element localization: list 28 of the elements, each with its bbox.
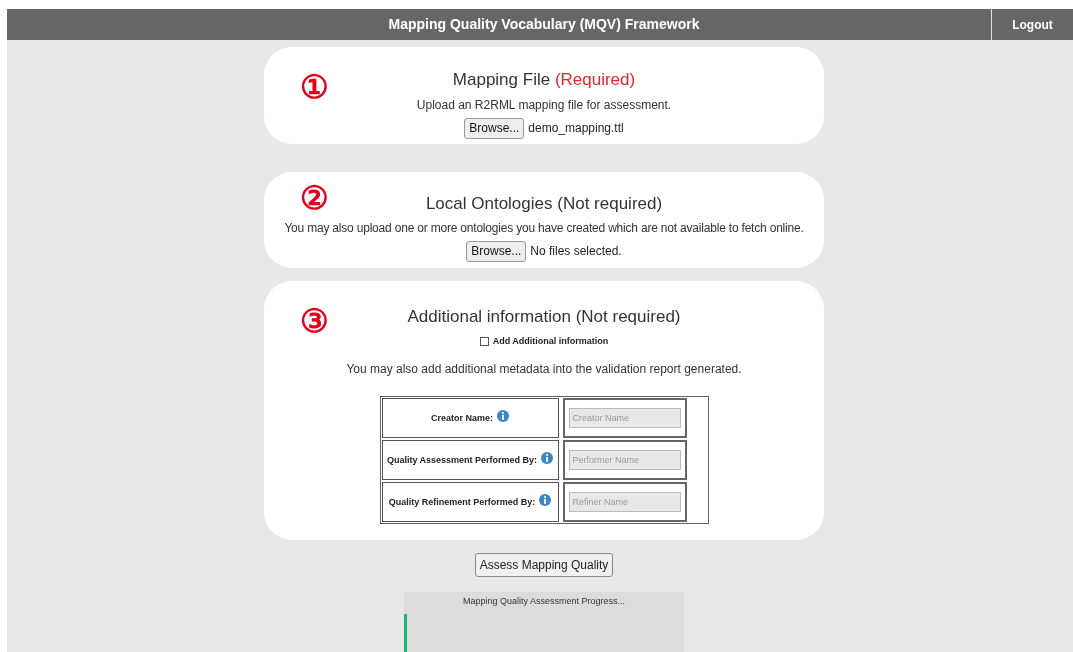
text-field[interactable]: Refiner Name — [568, 492, 681, 512]
logout-button[interactable]: Logout — [991, 9, 1073, 40]
assess-button[interactable]: Assess Mapping Quality — [474, 553, 614, 577]
section-title: Mapping File (Required) — [452, 69, 636, 91]
field-label: Creator Name: — [431, 410, 509, 426]
progress-label: Mapping Quality Assessment Progress... — [462, 595, 626, 608]
step-number: ③ — [300, 305, 329, 337]
text-field[interactable]: Creator Name — [568, 408, 681, 428]
info-icon[interactable] — [539, 494, 552, 507]
field-label: Quality Assessment Performed By: — [386, 452, 554, 468]
browse-button[interactable]: Browse... — [466, 240, 527, 262]
section-title: Additional information (Not required) — [407, 306, 681, 328]
file-status: No files selected. — [530, 243, 622, 260]
browse-button[interactable]: Browse... — [464, 117, 525, 139]
app-title: Mapping Quality Vocabulary (MQV) Framework — [388, 15, 700, 34]
section-description: Upload an R2RML mapping file for assessment. — [416, 96, 672, 114]
section-description: You may also add additional metadata into the validation report generated. — [346, 361, 742, 378]
checkbox-label: Add Additional information — [492, 334, 609, 348]
checkbox[interactable] — [479, 336, 489, 346]
file-status: demo_mapping.ttl — [528, 120, 624, 137]
info-icon[interactable] — [541, 452, 554, 465]
step-number: ② — [300, 182, 329, 214]
section-title: Local Ontologies (Not required) — [425, 193, 663, 215]
step-number: ① — [300, 71, 329, 103]
info-icon[interactable] — [497, 410, 509, 423]
field-label: Quality Refinement Performed By: — [388, 494, 552, 510]
section-description: You may also upload one or more ontologies you have created which are not available to fetch online. — [284, 219, 804, 237]
text-field[interactable]: Performer Name — [568, 450, 681, 470]
